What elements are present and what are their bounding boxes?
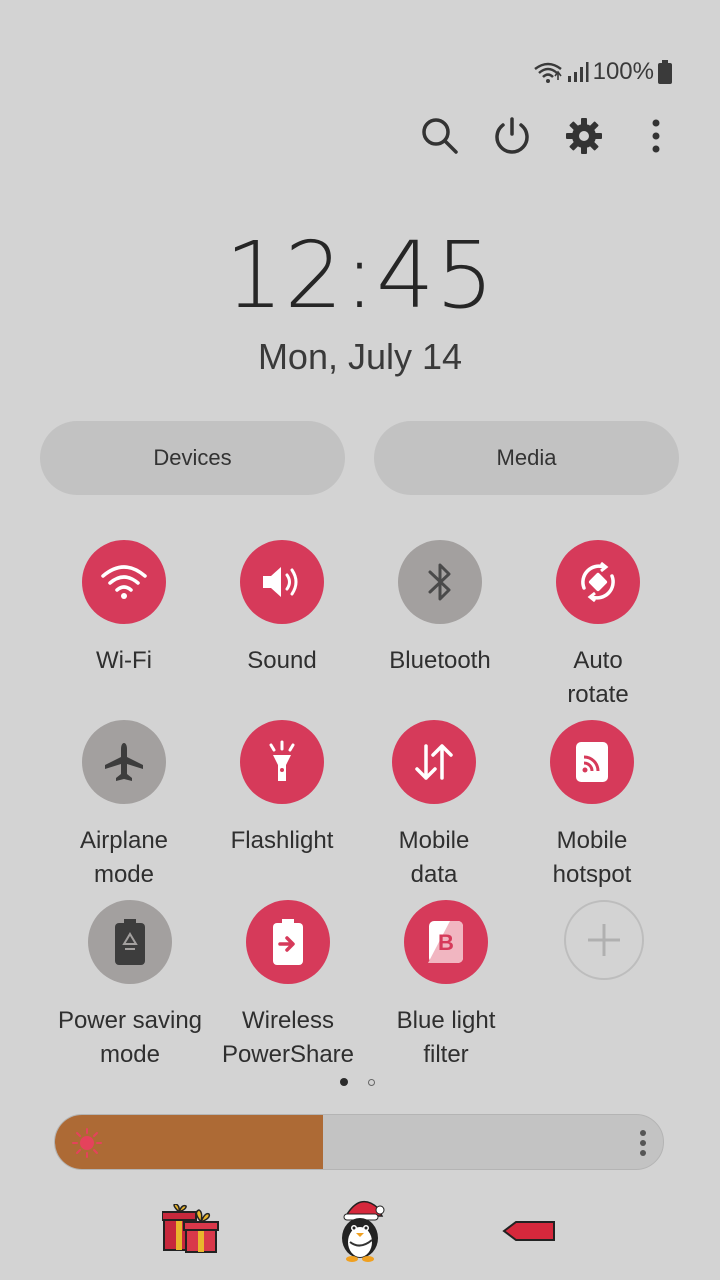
- battery-icon: [658, 60, 672, 84]
- tile-label: Airplane mode: [79, 827, 169, 888]
- tile-label: Power saving mode: [57, 1007, 203, 1068]
- page-indicator: [340, 1078, 375, 1086]
- flashlight-icon: [269, 740, 295, 781]
- wifi-icon: [101, 565, 147, 599]
- settings-button[interactable]: [560, 112, 608, 160]
- sun-icon: [72, 1128, 102, 1158]
- clock-date[interactable]: Mon, July 14: [0, 336, 720, 378]
- status-bar: 100%: [533, 56, 672, 88]
- tile-label: Auto rotate: [567, 647, 629, 708]
- power-saving-toggle[interactable]: [88, 900, 172, 984]
- tile-label: Bluetooth: [389, 647, 491, 674]
- search-icon: [422, 118, 458, 154]
- mobile-data-toggle[interactable]: [392, 720, 476, 804]
- bottom-icons: [0, 1196, 720, 1266]
- tile-sound[interactable]: Sound: [202, 540, 362, 678]
- tile-add[interactable]: [524, 900, 684, 980]
- svg-text:B: B: [438, 930, 454, 955]
- tile-flashlight[interactable]: Flashlight: [202, 720, 362, 858]
- tile-label: Mobile data: [398, 827, 470, 888]
- flashlight-toggle[interactable]: [240, 720, 324, 804]
- tile-mobile-data[interactable]: Mobile data: [354, 720, 514, 892]
- tile-label: Sound: [247, 647, 317, 674]
- speaker-icon: [263, 567, 298, 597]
- panel-toolbar: [416, 112, 680, 160]
- tile-wifi[interactable]: Wi-Fi: [44, 540, 204, 678]
- auto-rotate-toggle[interactable]: [556, 540, 640, 624]
- tile-label: Wireless PowerShare: [221, 1007, 355, 1068]
- tile-airplane[interactable]: Airplane mode: [44, 720, 204, 892]
- clock-time[interactable]: 12:45: [0, 222, 720, 329]
- brightness-slider[interactable]: [54, 1114, 664, 1170]
- battery-text: 100%: [592, 58, 654, 85]
- tile-auto-rotate[interactable]: Auto rotate: [518, 540, 678, 712]
- mobile-data-icon: [415, 744, 453, 780]
- power-icon: [495, 117, 529, 154]
- tile-mobile-hotspot[interactable]: Mobile hotspot: [512, 720, 672, 892]
- airplane-toggle[interactable]: [82, 720, 166, 804]
- auto-rotate-icon: [581, 561, 615, 603]
- blue-light-filter-icon: B: [428, 921, 463, 963]
- tile-power-saving[interactable]: Power saving mode: [50, 900, 210, 1072]
- power-button[interactable]: [488, 112, 536, 160]
- wifi-icon: [533, 60, 563, 84]
- bluetooth-icon: [428, 563, 451, 601]
- wireless-powershare-icon: [273, 919, 303, 965]
- gear-icon: [566, 118, 602, 154]
- signal-icon: [567, 61, 589, 83]
- tile-label: Wi-Fi: [96, 647, 152, 674]
- devices-button[interactable]: Devices: [40, 421, 345, 495]
- add-icon: [588, 924, 620, 956]
- bluetooth-toggle[interactable]: [398, 540, 482, 624]
- hotspot-icon: [576, 742, 608, 782]
- tile-label: Blue light filter: [396, 1007, 496, 1068]
- brightness-more-icon[interactable]: [639, 1129, 647, 1157]
- mobile-hotspot-toggle[interactable]: [550, 720, 634, 804]
- tile-blue-light-filter[interactable]: B Blue light filter: [366, 900, 526, 1072]
- wireless-powershare-toggle[interactable]: [246, 900, 330, 984]
- page-dot-active[interactable]: [340, 1078, 348, 1086]
- airplane-icon: [105, 743, 143, 781]
- page-dot-inactive[interactable]: [368, 1078, 375, 1086]
- tile-wireless-powershare[interactable]: Wireless PowerShare: [208, 900, 368, 1072]
- sound-toggle[interactable]: [240, 540, 324, 624]
- search-button[interactable]: [416, 112, 464, 160]
- add-tile-button[interactable]: [564, 900, 644, 980]
- tile-bluetooth[interactable]: Bluetooth: [360, 540, 520, 678]
- gift-icon[interactable]: [161, 1203, 220, 1259]
- tile-label: Mobile hotspot: [552, 827, 632, 888]
- more-vert-icon: [652, 119, 660, 153]
- blue-light-filter-toggle[interactable]: B: [404, 900, 488, 984]
- media-button[interactable]: Media: [374, 421, 679, 495]
- wifi-toggle[interactable]: [82, 540, 166, 624]
- penguin-icon[interactable]: [334, 1198, 386, 1267]
- power-saving-icon: [115, 919, 145, 965]
- more-options-button[interactable]: [632, 112, 680, 160]
- arrow-tag-icon[interactable]: [502, 1220, 556, 1247]
